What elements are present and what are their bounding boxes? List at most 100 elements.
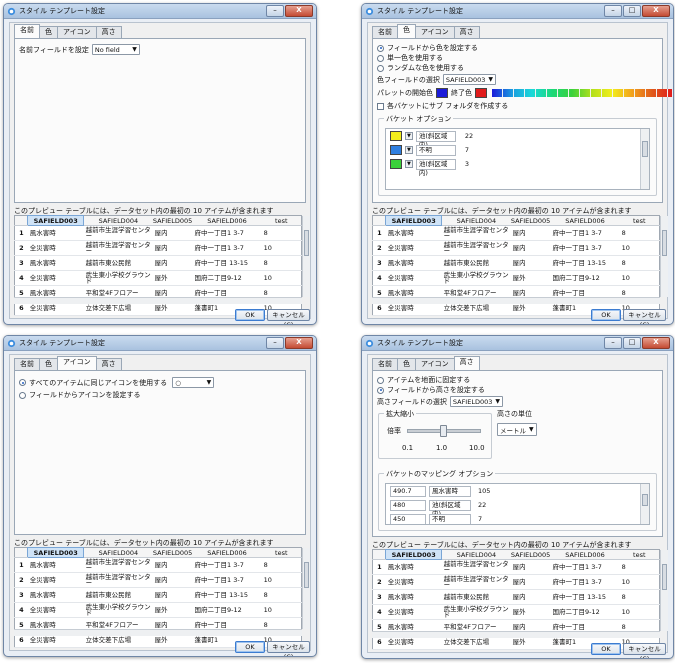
bucket-height-input[interactable]: 450: [390, 513, 426, 524]
column-header[interactable]: test: [619, 549, 660, 560]
radio-height-field-row[interactable]: フィールドから高さを設定する: [377, 385, 485, 395]
table-row[interactable]: 1 風水害時 越前市生涯学習センター 屋内 府中一丁目1 3-7 8: [14, 225, 302, 241]
table-vertical-scrollbar[interactable]: [302, 548, 310, 629]
column-header[interactable]: SAFIELD004: [441, 215, 511, 226]
radio-ground[interactable]: [377, 376, 384, 384]
close-button[interactable]: X: [642, 337, 670, 349]
table-vertical-scrollbar[interactable]: [302, 216, 310, 297]
palette-end-swatch[interactable]: [475, 88, 487, 98]
radio-height-field[interactable]: [377, 386, 384, 394]
column-header[interactable]: SAFIELD003: [27, 215, 85, 226]
table-vertical-scrollbar[interactable]: [660, 216, 668, 297]
minimize-button[interactable]: –: [604, 5, 622, 17]
bucket-dropdown-icon[interactable]: ▼: [405, 160, 413, 168]
close-button[interactable]: X: [642, 5, 670, 17]
bucket-scrollbar[interactable]: [640, 129, 649, 189]
table-row[interactable]: 3 風水害時 越前市東公民館 屋内 府中一丁目 13-15 8: [14, 255, 302, 271]
bucket-color-swatch[interactable]: [390, 159, 402, 169]
radio-ground-row[interactable]: アイテムを地面に固定する: [377, 375, 470, 385]
scroll-thumb[interactable]: [642, 141, 648, 157]
table-row[interactable]: 2 全災害時 越前市生涯学習センター 屋内 府中一丁目1 3-7 10: [372, 574, 660, 590]
column-header[interactable]: SAFIELD005: [510, 549, 551, 560]
close-button[interactable]: X: [285, 5, 313, 17]
radio-icon-field-row[interactable]: フィールドからアイコンを設定する: [19, 390, 141, 400]
table-row[interactable]: 1 風水害時 越前市生涯学習センター 屋内 府中一丁目1 3-7 8: [14, 557, 302, 573]
tab-color[interactable]: 色: [397, 24, 416, 38]
table-horizontal-scrollbar[interactable]: [372, 631, 660, 638]
scroll-thumb[interactable]: [662, 230, 667, 256]
tab-icon[interactable]: アイコン: [415, 26, 455, 38]
radio-same-icon[interactable]: [19, 379, 26, 386]
bucket-dropdown-icon[interactable]: ▼: [405, 132, 413, 140]
height-unit-select[interactable]: メートル ▼: [497, 423, 537, 436]
bucket-label[interactable]: 池(斜区域内): [429, 499, 471, 518]
column-header[interactable]: SAFIELD004: [83, 215, 153, 226]
tab-icon[interactable]: アイコン: [57, 356, 97, 370]
radio-random-color[interactable]: [377, 64, 384, 72]
tab-color[interactable]: 色: [39, 358, 58, 370]
title-bar[interactable]: スタイル テンプレート設定 – X: [4, 4, 316, 19]
table-row[interactable]: 1 風水害時 越前市生涯学習センター 屋内 府中一丁目1 3-7 8: [372, 225, 660, 241]
tab-color[interactable]: 色: [39, 26, 58, 38]
ok-button[interactable]: OK: [591, 309, 621, 321]
table-vertical-scrollbar[interactable]: [660, 550, 668, 631]
title-bar[interactable]: スタイル テンプレート設定 – □ X: [362, 336, 673, 351]
subfolder-row[interactable]: 各バケットにサブ フォルダを作成する: [377, 101, 508, 111]
bucket-label[interactable]: 池(斜区域内): [415, 130, 456, 149]
tab-height[interactable]: 高さ: [95, 358, 122, 370]
bucket-dropdown-icon[interactable]: ▼: [405, 146, 413, 154]
bucket-label[interactable]: 不明: [415, 144, 456, 156]
table-row[interactable]: 3 風水害時 越前市東公民館 屋内 府中一丁目 13-15 8: [372, 255, 660, 271]
radio-single-color[interactable]: [377, 54, 384, 62]
cancel-button[interactable]: キャンセル(C): [267, 641, 310, 656]
tab-name[interactable]: 名前: [14, 358, 40, 370]
scale-slider-thumb[interactable]: [440, 425, 447, 437]
minimize-button[interactable]: –: [266, 337, 284, 349]
height-field-select[interactable]: SAFIELD003 ▼: [449, 396, 503, 407]
table-row[interactable]: 4 全災害時 武生東小学校グラウンド 屋外 国府二丁目9-12 10: [14, 602, 302, 618]
column-header[interactable]: test: [261, 547, 302, 558]
table-horizontal-scrollbar[interactable]: [372, 297, 660, 304]
column-header[interactable]: SAFIELD006: [550, 549, 620, 560]
name-field-select[interactable]: No field ▼: [91, 44, 140, 55]
palette-start-swatch[interactable]: [436, 88, 448, 98]
tab-height[interactable]: 高さ: [453, 356, 480, 370]
radio-color-field-row[interactable]: フィールドから色を設定する: [377, 43, 478, 53]
column-header[interactable]: test: [619, 215, 660, 226]
title-bar[interactable]: スタイル テンプレート設定 – □ X: [362, 4, 673, 19]
table-row[interactable]: 4 全災害時 武生東小学校グラウンド 屋外 国府二丁目9-12 10: [372, 270, 660, 286]
column-header[interactable]: SAFIELD005: [510, 215, 551, 226]
cancel-button[interactable]: キャンセル(C): [623, 309, 666, 324]
column-header[interactable]: SAFIELD003: [27, 547, 85, 558]
bucket-color-swatch[interactable]: [390, 131, 402, 141]
maximize-button[interactable]: □: [623, 337, 641, 349]
icon-select[interactable]: ○ ▼: [172, 377, 215, 388]
ok-button[interactable]: OK: [235, 309, 265, 321]
table-row[interactable]: 1 風水害時 越前市生涯学習センター 屋内 府中一丁目1 3-7 8: [372, 559, 660, 575]
column-header[interactable]: SAFIELD006: [192, 215, 262, 226]
scroll-thumb[interactable]: [304, 230, 309, 256]
tab-icon[interactable]: アイコン: [415, 358, 455, 370]
radio-random-color-row[interactable]: ランダムな色を使用する: [377, 63, 464, 73]
table-horizontal-scrollbar[interactable]: [14, 629, 302, 636]
tab-name[interactable]: 名前: [372, 26, 398, 38]
radio-icon-field[interactable]: [19, 391, 26, 399]
column-header[interactable]: SAFIELD004: [83, 547, 153, 558]
tab-name[interactable]: 名前: [14, 24, 40, 38]
scroll-thumb[interactable]: [662, 564, 667, 590]
bucket-label[interactable]: 不明: [429, 513, 471, 524]
column-header[interactable]: SAFIELD004: [441, 549, 511, 560]
bucket-label[interactable]: 風水害時: [429, 485, 471, 497]
ok-button[interactable]: OK: [591, 643, 621, 655]
bucket-height-input[interactable]: 480: [390, 499, 426, 511]
table-row[interactable]: 4 全災害時 武生東小学校グラウンド 屋外 国府二丁目9-12 10: [372, 604, 660, 620]
cancel-button[interactable]: キャンセル(C): [623, 643, 666, 658]
table-row[interactable]: 2 全災害時 越前市生涯学習センター 屋内 府中一丁目1 3-7 10: [14, 240, 302, 256]
cancel-button[interactable]: キャンセル(C): [267, 309, 310, 324]
bucket-height-input[interactable]: 490.7: [390, 485, 426, 497]
minimize-button[interactable]: –: [266, 5, 284, 17]
table-row[interactable]: 2 全災害時 越前市生涯学習センター 屋内 府中一丁目1 3-7 10: [372, 240, 660, 256]
column-header[interactable]: SAFIELD005: [152, 215, 193, 226]
scroll-thumb[interactable]: [642, 494, 648, 506]
radio-single-color-row[interactable]: 単一色を使用する: [377, 53, 443, 63]
